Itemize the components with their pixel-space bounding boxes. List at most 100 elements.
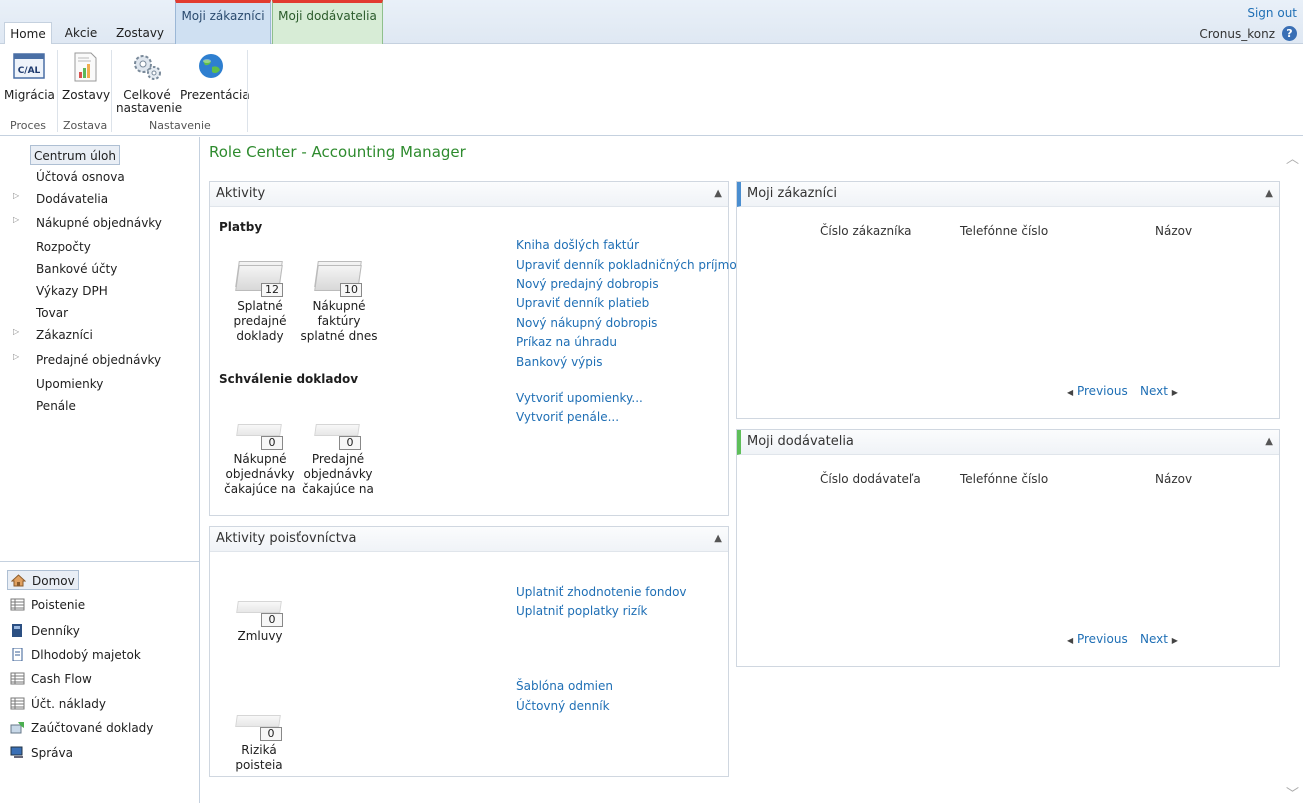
previous-page-link[interactable]: ◀ Previous: [1067, 632, 1128, 646]
bottom-nav-domov[interactable]: Domov: [7, 570, 79, 590]
top-bar: Home Akcie Zostavy Moji zákazníci Moji d…: [0, 0, 1303, 45]
sign-out-link[interactable]: Sign out: [1247, 6, 1297, 20]
bottom-nav-sprava[interactable]: Správa: [10, 743, 73, 763]
bottom-nav-zauctovane-doklady[interactable]: Zaúčtované doklady: [10, 718, 153, 738]
collapse-icon[interactable]: ▲: [1265, 182, 1273, 206]
column-header-nazov[interactable]: Názov: [1155, 224, 1192, 238]
link-kniha-doslych-faktur[interactable]: Kniha došlých faktúr: [516, 238, 639, 252]
cue-label: Splatné: [237, 299, 283, 313]
bottom-nav-poistenie[interactable]: Poistenie: [10, 595, 85, 615]
prezentacia-label: Prezentácia: [180, 88, 250, 102]
nav-item-tovar[interactable]: Tovar: [33, 303, 71, 323]
cue-predajne-objednavky[interactable]: 0 Predajné objednávky čakajúce na: [298, 410, 378, 497]
aktivity-poistovnictva-panel: Aktivity poisťovníctva ▲ 0 Zmluvy 0 Rizi…: [209, 526, 729, 777]
migracia-button[interactable]: C/AL Migrácia: [4, 52, 55, 102]
bottom-nav-label: Domov: [32, 574, 75, 588]
nav-item-centrum-uloh[interactable]: Centrum úloh: [30, 145, 121, 165]
link-sablona-odmien[interactable]: Šablóna odmien: [516, 679, 613, 693]
expand-arrow-icon[interactable]: ▷: [13, 327, 19, 336]
empty-document-icon: 0: [233, 587, 287, 627]
link-uctovny-dennik[interactable]: Účtovný denník: [516, 699, 610, 713]
expand-arrow-icon[interactable]: ▷: [13, 215, 19, 224]
cue-label: objednávky: [225, 467, 295, 481]
collapse-icon[interactable]: ▲: [714, 527, 722, 551]
link-novy-nakupny-dobropis[interactable]: Nový nákupný dobropis: [516, 316, 657, 330]
celkove-nastavenie-button[interactable]: Celkové nastavenie: [116, 52, 182, 115]
cue-splatne-predajne-doklady[interactable]: 12 Splatné predajné doklady: [220, 257, 300, 344]
section-schvalenie: Schválenie dokladov: [219, 372, 359, 386]
link-prikaz-na-uhradu[interactable]: Príkaz na úhradu: [516, 335, 617, 349]
link-vytvorit-penale[interactable]: Vytvoriť penále...: [516, 410, 619, 424]
nav-item-bankove-ucty[interactable]: Bankové účty: [33, 259, 120, 279]
column-header-telefonne-cislo[interactable]: Telefónne číslo: [960, 472, 1048, 486]
cue-label: Nákupné: [312, 299, 366, 313]
cue-label: Zmluvy: [237, 629, 283, 643]
next-page-link[interactable]: Next ▶: [1140, 384, 1178, 398]
group-label-nastavenie: Nastavenie: [149, 119, 211, 132]
zostavy-button[interactable]: Zostavy: [62, 52, 111, 102]
link-uplatnit-zhodnotenie-fondov[interactable]: Uplatniť zhodnotenie fondov: [516, 585, 687, 599]
cue-label: faktúry: [317, 314, 361, 328]
bottom-nav-label: Dlhodobý majetok: [31, 648, 141, 662]
bottom-nav-uct-naklady[interactable]: Účt. náklady: [10, 694, 106, 714]
scroll-down-icon[interactable]: ﹀: [1286, 783, 1299, 802]
link-novy-predajny-dobropis[interactable]: Nový predajný dobropis: [516, 277, 659, 291]
previous-page-link[interactable]: ◀ Previous: [1067, 384, 1128, 398]
link-bankovy-vypis[interactable]: Bankový výpis: [516, 355, 602, 369]
bottom-nav-label: Zaúčtované doklady: [31, 721, 154, 735]
prezentacia-button[interactable]: Prezentácia: [180, 52, 250, 102]
link-upravit-dennik-pokladnicnych-prijmov[interactable]: Upraviť denník pokladničných príjmov: [516, 258, 744, 272]
nav-item-nakupne-objednavky[interactable]: Nákupné objednávky: [33, 213, 165, 233]
moji-zakaznici-title: Moji zákazníci: [747, 186, 838, 201]
bottom-nav-dlhodoby-majetok[interactable]: Dlhodobý majetok: [10, 645, 141, 665]
nav-item-penale[interactable]: Penále: [33, 396, 79, 416]
cue-label: Nákupné: [233, 452, 287, 466]
column-header-nazov[interactable]: Názov: [1155, 472, 1192, 486]
nav-item-upomienky[interactable]: Upomienky: [33, 374, 106, 394]
tab-zostavy[interactable]: Zostavy: [112, 22, 168, 44]
cue-label: doklady: [236, 329, 284, 343]
nav-item-vykazy-dph[interactable]: Výkazy DPH: [33, 281, 111, 301]
nav-item-uctova-osnova[interactable]: Účtová osnova: [33, 167, 128, 187]
cue-rizika-poisteia[interactable]: 0 Riziká poisteia: [218, 701, 300, 773]
link-uplatnit-poplatky-rizik[interactable]: Uplatniť poplatky rizík: [516, 604, 648, 618]
context-tab-moji-dodavatelia[interactable]: Moji dodávatelia: [272, 0, 383, 44]
column-header-telefonne-cislo[interactable]: Telefónne číslo: [960, 224, 1048, 238]
collapse-icon[interactable]: ▲: [714, 182, 722, 206]
aktivity-poistovnictva-title: Aktivity poisťovníctva: [216, 531, 357, 546]
left-navigation: Centrum úloh Účtová osnova ▷ Dodávatelia…: [0, 137, 200, 803]
journal-book-icon: [12, 624, 22, 637]
zostavy-label: Zostavy: [62, 88, 111, 102]
column-header-cislo-zakaznika[interactable]: Číslo zákazníka: [820, 224, 912, 238]
collapse-icon[interactable]: ▲: [1265, 430, 1273, 454]
bottom-nav-cash-flow[interactable]: Cash Flow: [10, 669, 92, 689]
ribbon: C/AL Migrácia Zostavy Celkové nastavenie…: [0, 44, 1303, 136]
bottom-nav-label: Denníky: [31, 624, 80, 638]
expand-arrow-icon[interactable]: ▷: [13, 352, 19, 361]
aktivity-poistovnictva-header: Aktivity poisťovníctva ▲: [210, 527, 728, 552]
nav-item-zakaznici[interactable]: Zákazníci: [33, 325, 96, 345]
empty-document-icon: 0: [233, 410, 287, 450]
context-tab-moji-zakaznici[interactable]: Moji zákazníci: [175, 0, 271, 44]
bottom-nav-denniky[interactable]: Denníky: [10, 621, 80, 641]
nav-item-predajne-objednavky[interactable]: Predajné objednávky: [33, 350, 164, 370]
cue-zmluvy[interactable]: 0 Zmluvy: [220, 587, 300, 644]
help-icon[interactable]: ?: [1282, 26, 1297, 41]
tab-akcie[interactable]: Akcie: [58, 22, 104, 44]
table-icon: [10, 672, 25, 685]
tab-home[interactable]: Home: [4, 22, 52, 45]
cue-nakupne-faktury[interactable]: 10 Nákupné faktúry splatné dnes: [298, 257, 380, 344]
nav-item-rozpocty[interactable]: Rozpočty: [33, 237, 94, 257]
document-stack-icon: 12: [233, 257, 287, 297]
scroll-up-icon[interactable]: ︿: [1286, 148, 1299, 167]
next-page-link[interactable]: Next ▶: [1140, 632, 1178, 646]
column-header-cislo-dodavatela[interactable]: Číslo dodávateľa: [820, 472, 921, 486]
computer-icon: [10, 746, 23, 758]
nav-item-dodavatelia[interactable]: Dodávatelia: [33, 189, 111, 209]
expand-arrow-icon[interactable]: ▷: [13, 191, 19, 200]
home-icon: [11, 574, 26, 587]
link-vytvorit-upomienky[interactable]: Vytvoriť upomienky...: [516, 391, 643, 405]
cue-nakupne-objednavky[interactable]: 0 Nákupné objednávky čakajúce na: [220, 410, 300, 497]
cue-label: Riziká poisteia: [235, 743, 283, 772]
link-upravit-dennik-platieb[interactable]: Upraviť denník platieb: [516, 296, 649, 310]
